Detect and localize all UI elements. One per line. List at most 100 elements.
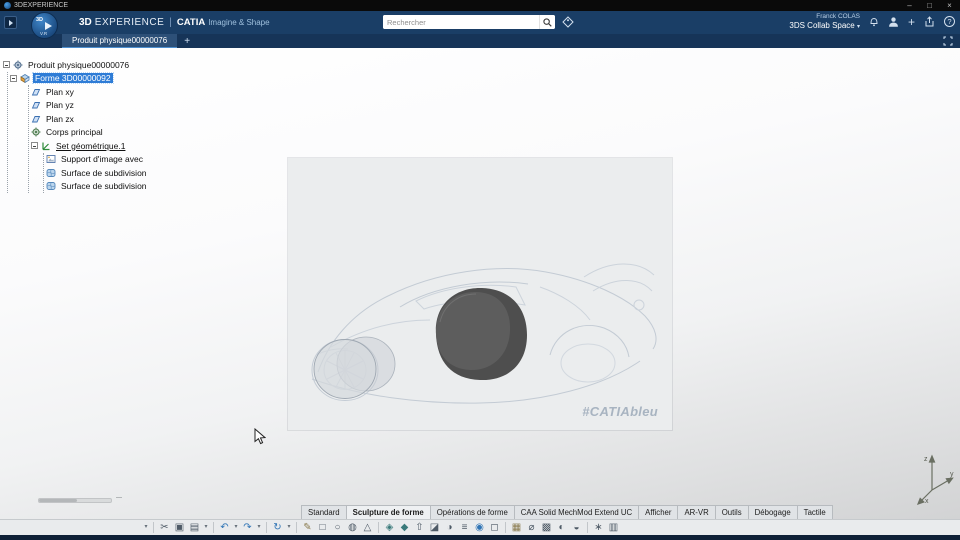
- document-tab[interactable]: Produit physique00000076: [62, 34, 178, 48]
- tree-root-row[interactable]: Produit physique00000076: [3, 58, 149, 72]
- cylinder-primitive-button[interactable]: ◍: [345, 520, 360, 535]
- geometric-set-icon: [42, 142, 50, 150]
- axis-z-label: z: [924, 456, 928, 463]
- tree-row-forme[interactable]: Forme 3D00000092: [10, 72, 149, 86]
- ribbon-tab-bar: Standard Sculpture de forme Opérations d…: [301, 505, 833, 519]
- toolbar-overflow-icon[interactable]: ▾: [142, 520, 150, 535]
- tree-label-plan-zx[interactable]: Plan zx: [44, 114, 76, 124]
- pyramid-primitive-button[interactable]: △: [360, 520, 375, 535]
- tree-label-image-support[interactable]: Support d'image avec: [59, 154, 145, 164]
- erase-button[interactable]: ◻: [487, 520, 502, 535]
- tab-standard[interactable]: Standard: [301, 505, 347, 519]
- tree-label-subdivision-1[interactable]: Surface de subdivision: [59, 168, 149, 178]
- sketch-button[interactable]: ✎: [300, 520, 315, 535]
- material-button[interactable]: ◒: [569, 520, 584, 535]
- tab-ar-vr[interactable]: AR-VR: [677, 505, 716, 519]
- settings-button[interactable]: ∗: [591, 520, 606, 535]
- tree-label-forme[interactable]: Forme 3D00000092: [32, 72, 114, 85]
- plane-icon: [31, 115, 41, 123]
- update-button[interactable]: ↻: [270, 520, 285, 535]
- body-icon: [31, 127, 41, 137]
- subdivision-surface-icon: [46, 182, 56, 191]
- toolbar-separator: [378, 522, 379, 533]
- add-content-icon[interactable]: +: [908, 16, 915, 28]
- redo-options-icon[interactable]: ▾: [255, 520, 263, 535]
- modification-button[interactable]: ◆: [397, 520, 412, 535]
- 3ds-logo-icon[interactable]: [4, 16, 17, 29]
- tab-outils[interactable]: Outils: [714, 505, 749, 519]
- copy-button[interactable]: ▣: [172, 520, 187, 535]
- tree-row-plan-xy[interactable]: Plan xy: [31, 85, 149, 99]
- tree-label-plan-xy[interactable]: Plan xy: [44, 87, 76, 97]
- tab-tactile[interactable]: Tactile: [796, 505, 833, 519]
- search-input[interactable]: [383, 15, 539, 29]
- catalog-button[interactable]: ▥: [606, 520, 621, 535]
- new-tab-button[interactable]: +: [177, 34, 197, 48]
- tree-row-plan-zx[interactable]: Plan zx: [31, 112, 149, 126]
- toolbar-separator: [296, 522, 297, 533]
- notifications-bell-icon[interactable]: [869, 16, 879, 27]
- search-box[interactable]: [383, 15, 555, 29]
- tree-row-image-support[interactable]: Support d'image avec: [46, 153, 149, 167]
- tab-afficher[interactable]: Afficher: [638, 505, 679, 519]
- tree-label-plan-yz[interactable]: Plan yz: [44, 100, 76, 110]
- subdivision-surface-button[interactable]: ◈: [382, 520, 397, 535]
- help-icon[interactable]: ?: [944, 16, 955, 27]
- toolbar-separator: [266, 522, 267, 533]
- tree-label-corps-principal[interactable]: Corps principal: [44, 127, 105, 137]
- close-button[interactable]: ×: [941, 1, 958, 10]
- viewport[interactable]: Produit physique00000076 Forme 3D0000009…: [0, 48, 960, 519]
- attraction-button[interactable]: ◉: [472, 520, 487, 535]
- collapse-node-icon[interactable]: [31, 142, 38, 150]
- collab-space-selector[interactable]: 3DS Collab Space ▾: [789, 21, 860, 32]
- chevron-down-icon: ▾: [856, 24, 860, 31]
- axis-triad-icon[interactable]: z y x: [910, 450, 956, 506]
- tree-root-label[interactable]: Produit physique00000076: [26, 60, 131, 70]
- tree-row-plan-yz[interactable]: Plan yz: [31, 99, 149, 113]
- search-area: [383, 15, 574, 29]
- image-support-button[interactable]: ▦: [509, 520, 524, 535]
- box-primitive-button[interactable]: □: [315, 520, 330, 535]
- alignment-button[interactable]: ≡: [457, 520, 472, 535]
- redo-button[interactable]: ↷: [240, 520, 255, 535]
- maximize-button[interactable]: □: [921, 1, 938, 10]
- plane-icon: [31, 102, 41, 109]
- paste-options-icon[interactable]: ▾: [202, 520, 210, 535]
- tab-caa-solid-mechmod[interactable]: CAA Solid MechMod Extend UC: [513, 505, 640, 519]
- collapse-node-icon[interactable]: [10, 74, 17, 82]
- face-cut-button[interactable]: ◪: [427, 520, 442, 535]
- tag-icon[interactable]: [562, 16, 574, 28]
- undo-button[interactable]: ↶: [217, 520, 232, 535]
- tree-zoom-slider[interactable]: [38, 498, 112, 503]
- search-icon[interactable]: [539, 15, 555, 29]
- sphere-primitive-button[interactable]: ○: [330, 520, 345, 535]
- symmetry-button[interactable]: ◑: [442, 520, 457, 535]
- tree-label-set-geometrique[interactable]: Set géométrique.1: [54, 141, 127, 151]
- paste-button[interactable]: ▤: [187, 520, 202, 535]
- tab-operations-de-forme[interactable]: Opérations de forme: [429, 505, 515, 519]
- grid-button[interactable]: ▩: [539, 520, 554, 535]
- update-options-icon[interactable]: ▾: [285, 520, 293, 535]
- cut-button[interactable]: ✂: [157, 520, 172, 535]
- tab-sculpture-de-forme[interactable]: Sculpture de forme: [345, 505, 431, 519]
- measure-button[interactable]: ⌀: [524, 520, 539, 535]
- collapse-node-icon[interactable]: [3, 61, 10, 69]
- image-support-plane[interactable]: #CATIAbleu: [288, 158, 672, 430]
- tree-label-subdivision-2[interactable]: Surface de subdivision: [59, 181, 149, 191]
- header-icons: + ?: [869, 16, 955, 28]
- slider-handle[interactable]: [39, 499, 77, 502]
- tree-row-corps-principal[interactable]: Corps principal: [31, 126, 149, 140]
- tree-row-set-geometrique[interactable]: Set géométrique.1: [31, 139, 149, 153]
- avatar-icon[interactable]: [888, 16, 899, 27]
- 3dexperience-compass-icon[interactable]: 3D V.R: [31, 12, 58, 39]
- view-mode-button[interactable]: ◐: [554, 520, 569, 535]
- undo-options-icon[interactable]: ▾: [232, 520, 240, 535]
- extrusion-button[interactable]: ⇧: [412, 520, 427, 535]
- tree-row-subdivision-2[interactable]: Surface de subdivision: [46, 180, 149, 194]
- share-icon[interactable]: [924, 16, 935, 27]
- user-block[interactable]: Franck COLAS 3DS Collab Space ▾: [789, 13, 860, 32]
- minimize-button[interactable]: –: [901, 1, 918, 10]
- tree-row-subdivision-1[interactable]: Surface de subdivision: [46, 166, 149, 180]
- tab-debogage[interactable]: Débogage: [747, 505, 798, 519]
- fullscreen-icon[interactable]: [943, 34, 953, 48]
